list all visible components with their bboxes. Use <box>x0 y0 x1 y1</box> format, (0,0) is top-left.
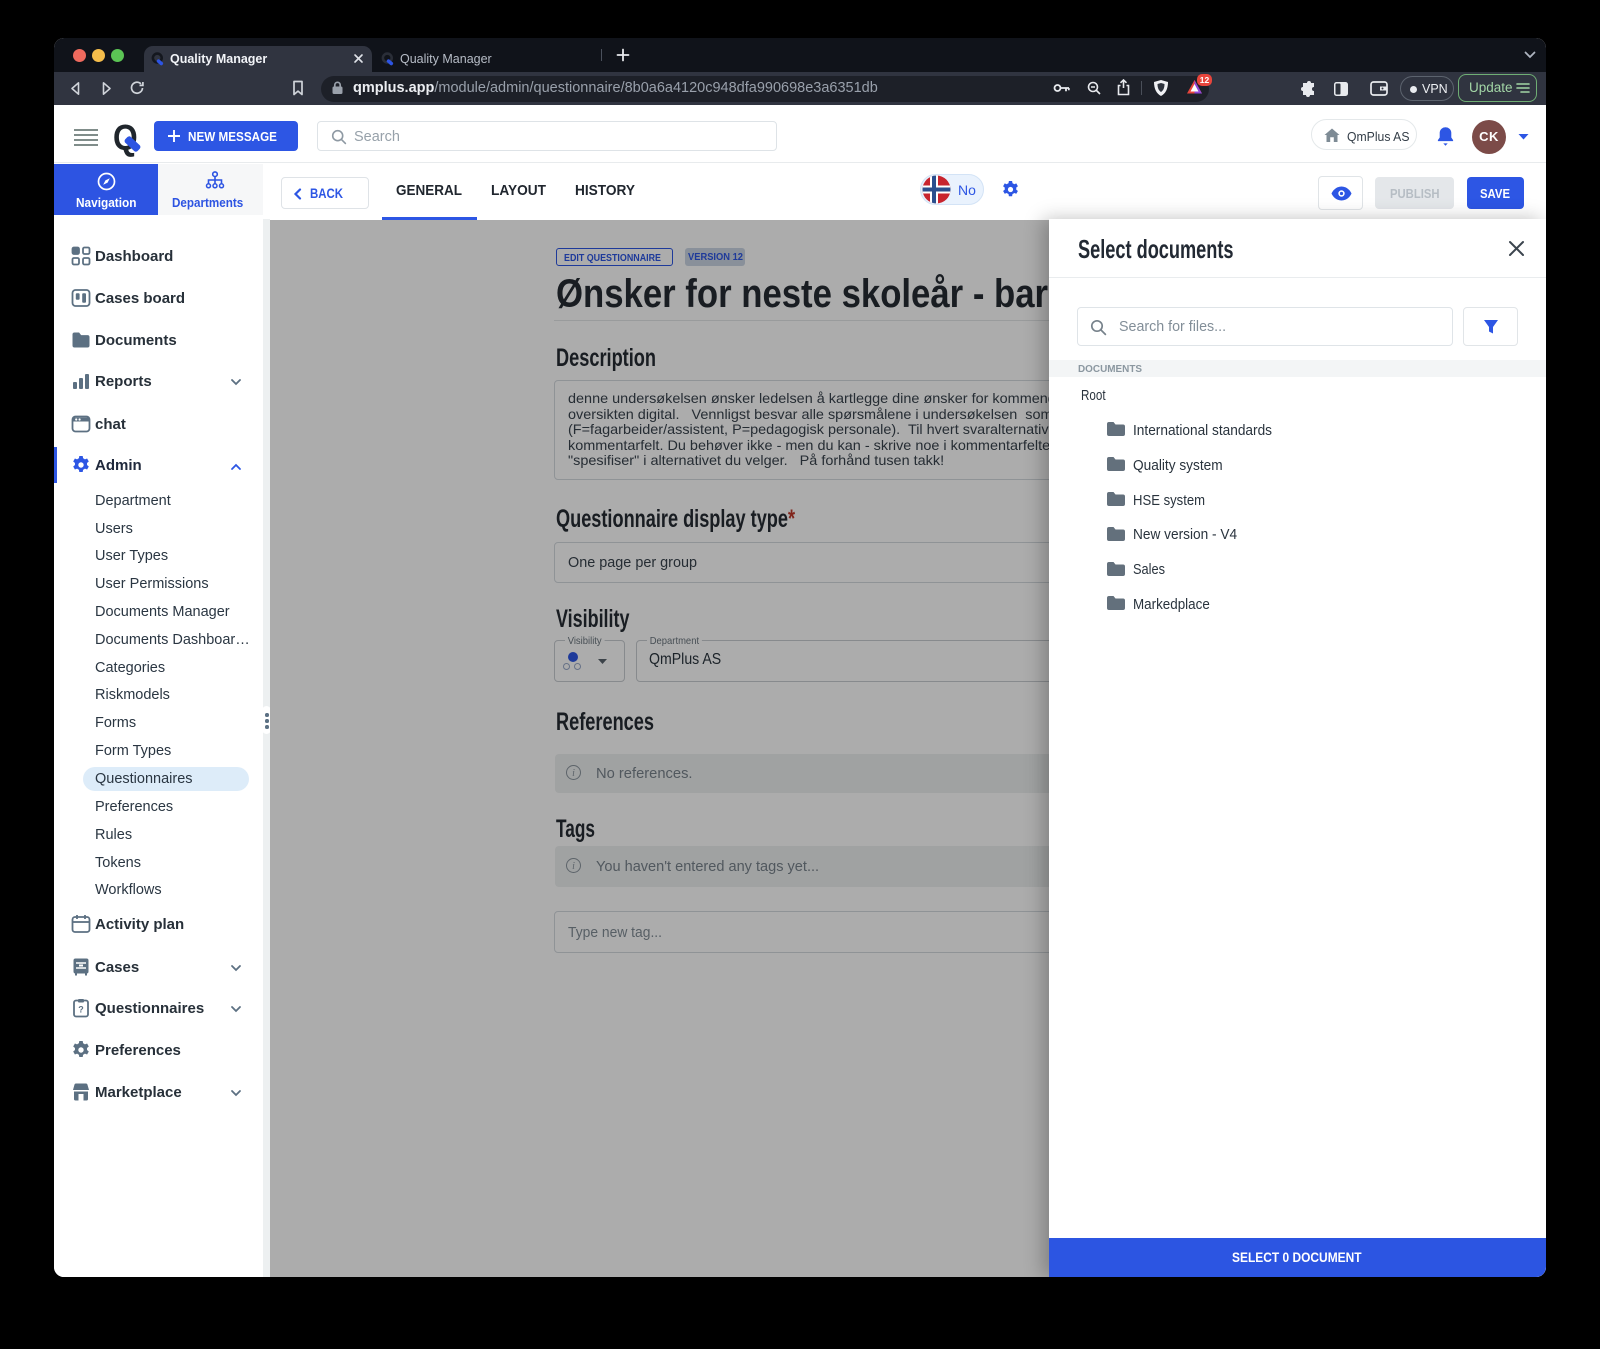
svg-text:?: ? <box>78 1005 84 1015</box>
